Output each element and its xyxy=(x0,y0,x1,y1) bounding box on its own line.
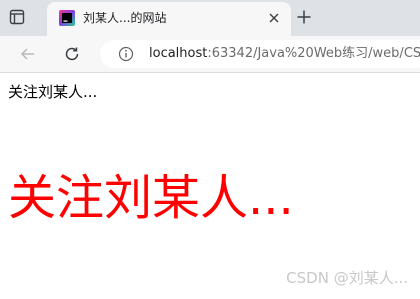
url-path: :63342/Java%20Web练习/web/CSS/ xyxy=(207,46,420,61)
info-icon[interactable] xyxy=(118,46,134,62)
active-tab[interactable]: 刘某人...的网站 xyxy=(47,2,291,36)
plus-icon[interactable] xyxy=(294,7,314,27)
window-icon[interactable] xyxy=(6,6,28,28)
jetbrains-logo-icon xyxy=(59,10,75,26)
tab-strip: 刘某人...的网站 xyxy=(0,0,420,36)
url-host: localhost xyxy=(149,46,208,61)
normal-text: 关注刘某人... xyxy=(8,83,98,101)
browser-toolbar: localhost:63342/Java%20Web练习/web/CSS/ xyxy=(0,36,420,73)
url-text[interactable]: localhost:63342/Java%20Web练习/web/CSS/ xyxy=(149,40,420,68)
tab-title: 刘某人...的网站 xyxy=(83,11,167,25)
close-icon[interactable] xyxy=(267,11,281,25)
address-bar[interactable]: localhost:63342/Java%20Web练习/web/CSS/ xyxy=(100,40,420,68)
large-red-text: 关注刘某人... xyxy=(8,170,294,226)
back-arrow-icon[interactable] xyxy=(18,44,38,64)
reload-icon[interactable] xyxy=(62,44,82,64)
csdn-watermark: CSDN @刘某人... xyxy=(286,269,408,287)
